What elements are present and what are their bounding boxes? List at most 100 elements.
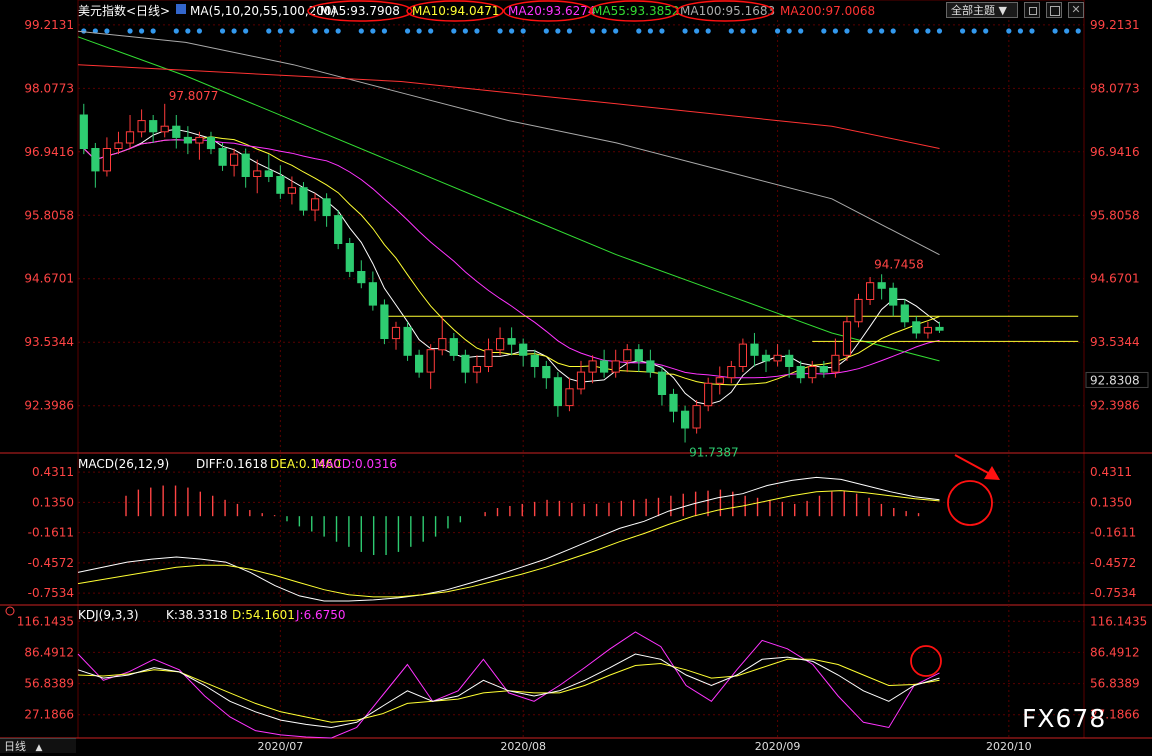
ma-value-label: MA5:93.7908 [320, 4, 400, 18]
event-dot [219, 28, 226, 34]
candle-down [403, 326, 412, 356]
event-dot [277, 28, 283, 34]
macd-highlight-circle [947, 480, 993, 526]
maximize-icon[interactable] [1046, 2, 1062, 18]
ma-value-label: MA100:95.1683 [680, 4, 775, 18]
event-dot [324, 28, 330, 34]
candle-up [773, 354, 782, 362]
event-dot [1006, 28, 1012, 34]
candle-up [287, 187, 296, 194]
main-tick-left: 95.8058 [24, 208, 74, 222]
candle-up [727, 366, 736, 379]
candle-up [704, 382, 713, 407]
event-dot [231, 28, 237, 34]
main-tick-right: 93.5344 [1090, 335, 1140, 349]
macd-tick-right: 0.1350 [1090, 495, 1132, 509]
kdj-tick-right: 56.8389 [1090, 677, 1140, 691]
candle-down [264, 170, 273, 177]
candle-down [542, 366, 551, 379]
candle-down [206, 136, 216, 150]
event-dot [844, 28, 850, 34]
maximize-glyph [1050, 6, 1060, 16]
candle-down [785, 354, 794, 367]
x-tick-label: 2020/10 [986, 740, 1032, 753]
main-tick-left: 92.3986 [24, 399, 74, 413]
candle-up [808, 366, 817, 379]
event-dot [497, 28, 503, 34]
candle-down [530, 354, 539, 367]
event-dot [451, 28, 457, 34]
event-dot [138, 28, 145, 34]
event-dot [555, 28, 561, 34]
kdj-tick-left: 86.4912 [24, 645, 74, 659]
candle-down [461, 354, 470, 373]
candle-up [230, 153, 239, 166]
event-dot [971, 28, 977, 34]
candle-down [91, 148, 100, 172]
event-dot [416, 28, 422, 34]
restore-glyph [1029, 7, 1037, 15]
theme-button-label: 全部主题 [951, 4, 995, 17]
event-dot [404, 28, 411, 34]
main-tick-left: 98.0773 [24, 81, 74, 95]
candle-up [923, 326, 932, 334]
candle-down [634, 349, 643, 362]
period-tab[interactable]: 日线 ▲ [0, 738, 76, 753]
kdj-tick-right: 86.4912 [1090, 645, 1140, 659]
event-dot [81, 28, 87, 34]
event-dot [613, 28, 619, 34]
candle-up [391, 326, 401, 340]
triangle-up-icon: ▲ [35, 743, 43, 753]
event-dot [104, 28, 110, 34]
candle-up [114, 142, 123, 149]
candle-down [183, 136, 193, 144]
event-dot [1017, 28, 1024, 34]
event-dot [150, 28, 156, 34]
candle-down [276, 176, 285, 194]
event-dot [694, 28, 700, 34]
macd-title: MACD(26,12,9) [78, 457, 169, 471]
candle-down [357, 271, 366, 284]
event-dot [913, 28, 919, 34]
candle-down [796, 366, 805, 379]
main-tick-left: 96.9416 [24, 145, 74, 159]
event-dot [774, 28, 781, 34]
candle-up [426, 349, 435, 373]
event-dot [566, 28, 573, 34]
candle-up [125, 131, 135, 144]
event-dot [312, 28, 318, 34]
candle-down [299, 187, 308, 211]
event-dot [266, 28, 272, 34]
event-dot [890, 28, 896, 34]
candle-down [380, 304, 389, 339]
macd-diff-line [77, 476, 940, 602]
candlestick-chart[interactable]: 99.2131 99.2131 98.0773 98.0773 96.9416 96.94… [0, 0, 1152, 753]
event-dot [740, 28, 746, 34]
kdj-settings-icon [5, 606, 15, 616]
main-tick-right: 98.0773 [1090, 81, 1140, 95]
candle-down [345, 243, 354, 272]
candle-down [877, 282, 886, 289]
candle-up [692, 405, 701, 429]
theme-dropdown-button[interactable]: 全部主题 ▼ [946, 2, 1018, 18]
event-dot [751, 28, 758, 34]
candle-down [657, 371, 667, 396]
candle-up [137, 120, 146, 133]
main-tick-right: 95.8058 [1090, 208, 1140, 222]
candle-up [160, 125, 169, 133]
candle-up [831, 354, 840, 373]
event-dot [821, 28, 827, 34]
event-dot [358, 28, 364, 34]
event-dot [428, 28, 434, 34]
event-dot [127, 28, 133, 34]
candle-down [519, 343, 528, 356]
candle-up [195, 136, 204, 144]
event-dot [786, 28, 792, 34]
event-dot [509, 28, 515, 34]
x-tick-label: 2020/08 [500, 740, 546, 753]
candle-up [253, 170, 262, 177]
close-icon[interactable]: ✕ [1068, 2, 1084, 18]
restore-icon[interactable] [1024, 2, 1040, 18]
candle-up [576, 371, 586, 390]
event-dot [647, 28, 653, 34]
